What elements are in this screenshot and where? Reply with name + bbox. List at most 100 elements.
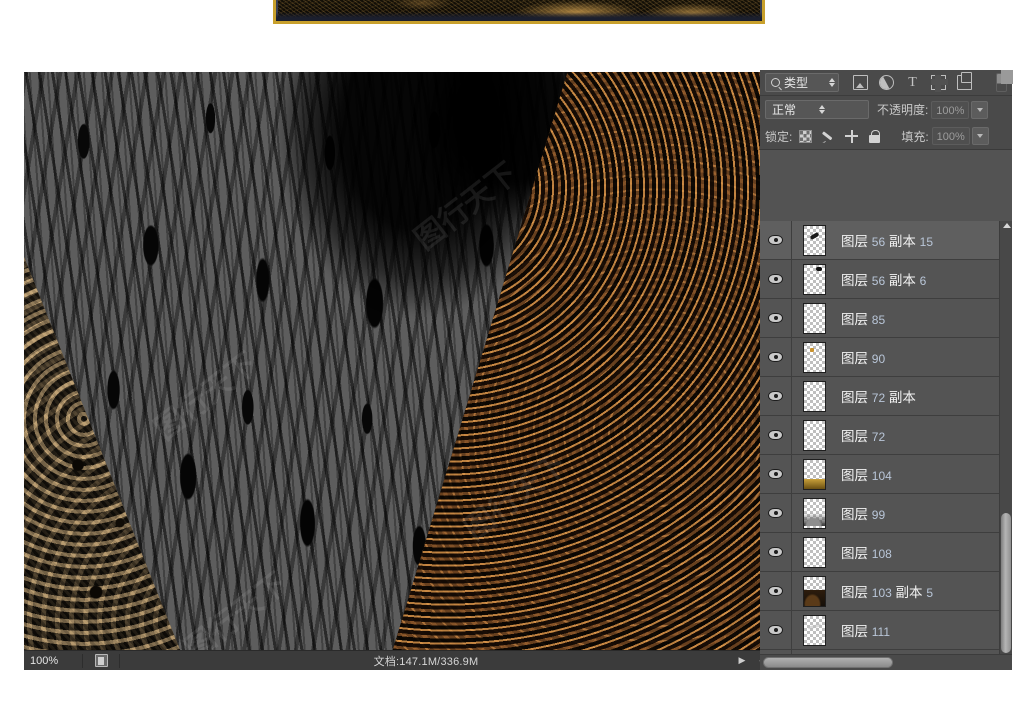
fill-slider-button[interactable]	[971, 127, 989, 145]
blend-mode-stepper-icon[interactable]	[818, 105, 866, 114]
scroll-up-arrow-icon[interactable]	[1003, 223, 1011, 228]
filter-type-layers-icon[interactable]: T	[905, 75, 920, 90]
eye-icon	[768, 469, 783, 479]
layers-horizontal-scrollbar[interactable]	[760, 654, 1012, 670]
layer-thumbnail-cell[interactable]	[792, 302, 836, 334]
opacity-label: 不透明度:	[877, 103, 929, 117]
layer-name-label[interactable]: 图层 99	[836, 503, 1012, 523]
eye-icon	[768, 547, 783, 557]
layer-thumbnail-cell[interactable]	[792, 263, 836, 295]
vertical-scroll-thumb[interactable]	[1001, 513, 1011, 653]
layer-thumbnail-cell[interactable]	[792, 380, 836, 412]
fill-label: 填充:	[901, 129, 929, 144]
layer-name-label[interactable]: 图层 72 副本	[836, 386, 1012, 406]
layer-thumbnail-cell[interactable]	[792, 614, 836, 646]
eye-icon	[768, 586, 783, 596]
layer-name-label[interactable]: 图层 56 副本 6	[836, 269, 1012, 289]
layer-thumbnail	[802, 458, 826, 490]
layer-row[interactable]: 图层 56 副本 15	[760, 221, 1012, 260]
layer-row[interactable]: 图层 104	[760, 455, 1012, 494]
document-window: 图行天下 图行天下 图行天下 图行天下 100% 文档:147.1M/336.9…	[24, 72, 770, 670]
layer-row[interactable]: 图层 90	[760, 338, 1012, 377]
layer-row[interactable]: 图层 111	[760, 611, 1012, 650]
layer-name-label[interactable]: 图层 103 副本 5	[836, 581, 1012, 601]
layer-row[interactable]: 图层 72	[760, 416, 1012, 455]
layer-thumbnail	[802, 263, 826, 295]
layer-name-label[interactable]: 图层 111	[836, 620, 1012, 640]
layer-name-label[interactable]: 图层 90	[836, 347, 1012, 367]
blend-mode-dropdown[interactable]: 正常	[765, 100, 869, 119]
layer-row[interactable]: 图层 56 副本 6	[760, 260, 1012, 299]
eye-icon	[768, 625, 783, 635]
layer-name-label[interactable]: 图层 72	[836, 425, 1012, 445]
filter-smart-objects-icon[interactable]	[957, 72, 972, 90]
filter-icon-group: T	[853, 72, 972, 92]
filter-type-dropdown[interactable]: 类型	[765, 73, 839, 92]
photoshop-window: 图行天下 图行天下 图行天下 图行天下 100% 文档:147.1M/336.9…	[0, 0, 1024, 702]
document-profile-icon-cell[interactable]	[83, 654, 119, 667]
lock-all-icon[interactable]	[868, 129, 881, 143]
layer-row[interactable]: 图层 72 副本	[760, 377, 1012, 416]
layer-thumbnail-cell[interactable]	[792, 536, 836, 568]
panel-right-edge	[1001, 70, 1013, 84]
layer-thumbnail	[802, 575, 826, 607]
layer-visibility-toggle[interactable]	[760, 299, 792, 337]
lock-icon-group	[799, 129, 881, 143]
filter-adjustment-layers-icon[interactable]	[879, 75, 894, 90]
layer-visibility-toggle[interactable]	[760, 455, 792, 493]
layers-vertical-scrollbar[interactable]	[999, 221, 1012, 658]
lock-image-pixels-icon[interactable]	[822, 130, 835, 143]
layer-thumbnail-cell[interactable]	[792, 224, 836, 256]
filter-pixel-layers-icon[interactable]	[853, 75, 868, 90]
layer-visibility-toggle[interactable]	[760, 494, 792, 532]
opacity-slider-button[interactable]	[971, 100, 989, 119]
layer-visibility-toggle[interactable]	[760, 260, 792, 298]
layer-visibility-toggle[interactable]	[760, 377, 792, 415]
layer-thumbnail	[802, 380, 826, 412]
eye-icon	[768, 313, 783, 323]
layer-visibility-toggle[interactable]	[760, 416, 792, 454]
layer-name-label[interactable]: 图层 85	[836, 308, 1012, 328]
banner-shadow	[276, 12, 762, 21]
updown-stepper-icon[interactable]	[829, 78, 835, 87]
layer-visibility-toggle[interactable]	[760, 221, 792, 259]
layer-name-label[interactable]: 图层 108	[836, 542, 1012, 562]
layer-thumbnail-cell[interactable]	[792, 458, 836, 490]
layer-filter-bar: 类型 T	[760, 70, 1012, 96]
zoom-level[interactable]: 100%	[24, 655, 82, 667]
opacity-value[interactable]: 100%	[931, 100, 970, 119]
layer-thumbnail-cell[interactable]	[792, 341, 836, 373]
lock-transparent-pixels-icon[interactable]	[799, 129, 813, 143]
layer-name-label[interactable]: 图层 104	[836, 464, 1012, 484]
eye-icon	[768, 430, 783, 440]
lock-row: 锁定: 填充: 100%	[760, 123, 1012, 150]
document-status-bar: 100% 文档:147.1M/336.9M ▶ ◂	[24, 650, 770, 670]
layer-thumbnail-cell[interactable]	[792, 575, 836, 607]
layer-thumbnail-cell[interactable]	[792, 419, 836, 451]
image-canvas[interactable]: 图行天下 图行天下 图行天下 图行天下	[24, 72, 770, 650]
document-icon	[94, 654, 108, 667]
status-expand-arrow[interactable]: ▶	[732, 655, 752, 666]
layer-visibility-toggle[interactable]	[760, 572, 792, 610]
lock-label: 锁定:	[765, 129, 793, 144]
layer-row[interactable]: 图层 85	[760, 299, 1012, 338]
layer-thumbnail-cell[interactable]	[792, 497, 836, 529]
layer-visibility-toggle[interactable]	[760, 533, 792, 571]
layer-name-label[interactable]: 图层 56 副本 15	[836, 230, 1012, 250]
horizontal-scroll-thumb[interactable]	[763, 657, 893, 668]
lock-position-icon[interactable]	[845, 129, 859, 143]
layer-thumbnail	[802, 536, 826, 568]
layer-row[interactable]: 图层 108	[760, 533, 1012, 572]
document-size-info: 文档:147.1M/336.9M	[373, 655, 479, 668]
layer-row[interactable]: 图层 99	[760, 494, 1012, 533]
layer-visibility-toggle[interactable]	[760, 611, 792, 649]
layer-list[interactable]: 图层 56 副本 15 图层 56 副本 6 图层 85 图层 90 图层 72 副本图…	[760, 221, 1012, 658]
layer-visibility-toggle[interactable]	[760, 338, 792, 376]
top-banner-image	[273, 0, 765, 24]
eye-icon	[768, 352, 783, 362]
layer-thumbnail	[802, 341, 826, 373]
fill-value[interactable]: 100%	[931, 127, 970, 145]
layer-thumbnail	[802, 224, 826, 256]
filter-shape-layers-icon[interactable]	[931, 75, 948, 92]
layer-row[interactable]: 图层 103 副本 5	[760, 572, 1012, 611]
